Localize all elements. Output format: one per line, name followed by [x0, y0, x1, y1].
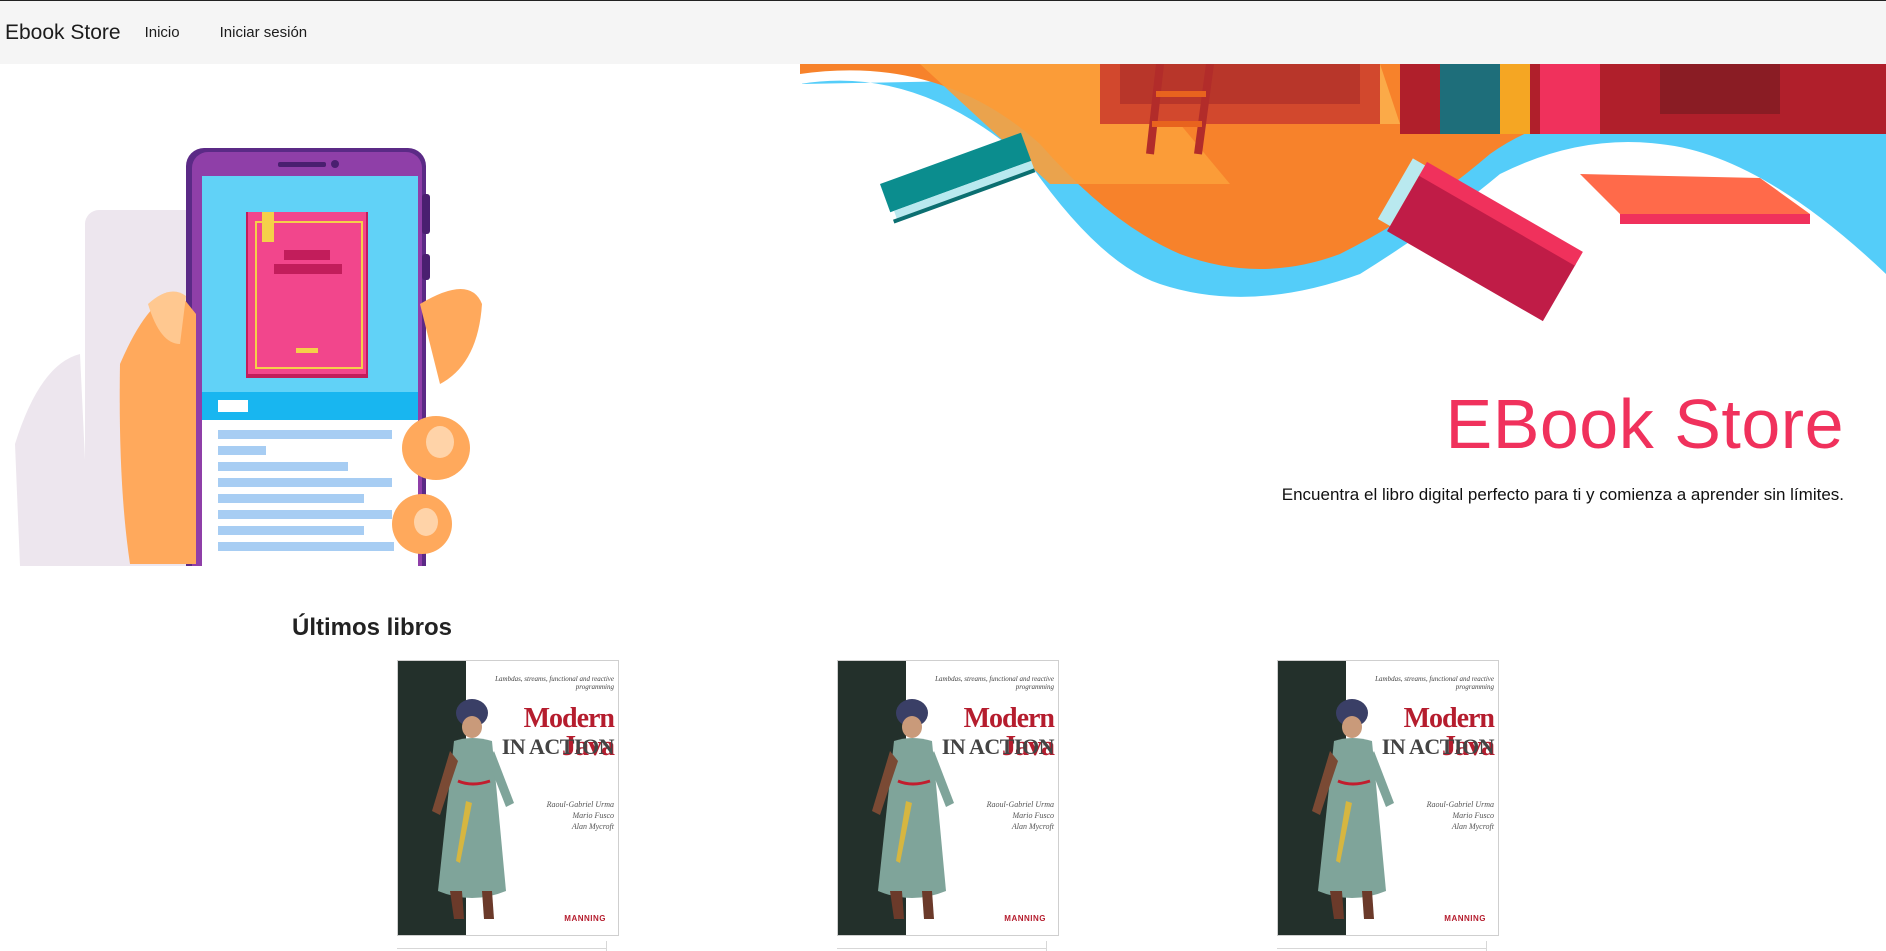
hero-title: EBook Store — [1445, 385, 1844, 463]
cover-tagline: Lambdas, streams, functional and reactiv… — [935, 675, 1054, 691]
cover-tagline: Lambdas, streams, functional and reactiv… — [495, 675, 614, 691]
cover-authors: Raoul-Gabriel Urma Mario Fusco Alan Mycr… — [986, 800, 1054, 831]
navbar: Ebook Store Inicio Iniciar sesión — [0, 0, 1886, 64]
card-divider-tick — [1046, 941, 1047, 951]
hero-banner: EBook Store Encuentra el libro digital p… — [0, 64, 1886, 566]
cover-title-line2: IN ACTION — [941, 734, 1055, 759]
cover-title-line2: IN ACTION — [501, 734, 615, 759]
book-card[interactable]: Lambdas, streams, functional and reactiv… — [1277, 660, 1499, 951]
cover-publisher: MANNING — [564, 914, 606, 923]
nav-link-iniciar-sesion[interactable]: Iniciar sesión — [220, 24, 308, 41]
cover-tagline: Lambdas, streams, functional and reactiv… — [1375, 675, 1494, 691]
cover-authors: Raoul-Gabriel Urma Mario Fusco Alan Mycr… — [546, 800, 614, 831]
phone-illustration — [15, 148, 482, 566]
book-cover[interactable]: Lambdas, streams, functional and reactiv… — [1277, 660, 1499, 936]
nav-link-inicio[interactable]: Inicio — [145, 24, 180, 41]
book-cover[interactable]: Lambdas, streams, functional and reactiv… — [837, 660, 1059, 936]
cover-title-line2: IN ACTION — [1381, 734, 1495, 759]
cover-publisher: MANNING — [1004, 914, 1046, 923]
cover-authors: Raoul-Gabriel Urma Mario Fusco Alan Mycr… — [1426, 800, 1494, 831]
book-cover[interactable]: Lambdas, streams, functional and reactiv… — [397, 660, 619, 936]
book-card[interactable]: Lambdas, streams, functional and reactiv… — [397, 660, 619, 951]
latest-books-heading: Últimos libros — [292, 614, 453, 641]
brand-link[interactable]: Ebook Store — [5, 21, 121, 45]
card-divider — [1277, 948, 1487, 949]
card-divider-tick — [1486, 941, 1487, 951]
book-card[interactable]: Lambdas, streams, functional and reactiv… — [837, 660, 1059, 951]
hero-subtitle: Encuentra el libro digital perfecto para… — [1281, 485, 1844, 504]
card-divider-tick — [606, 941, 607, 951]
card-divider — [837, 948, 1047, 949]
library-illustration — [800, 64, 1886, 322]
card-divider — [397, 948, 607, 949]
cover-publisher: MANNING — [1444, 914, 1486, 923]
